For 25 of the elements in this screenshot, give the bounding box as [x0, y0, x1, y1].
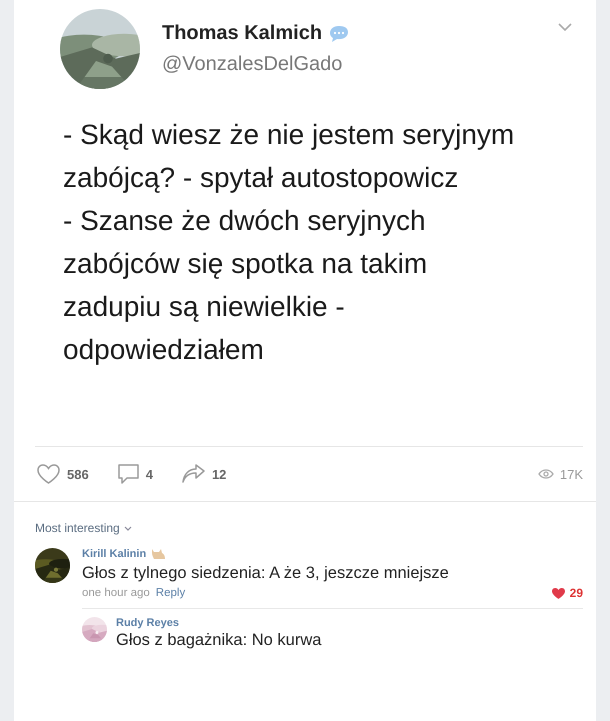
comment-text: Głos z tylnego siedzenia: A że 3, jeszcze mniejsze: [82, 564, 450, 583]
speech-bubble-icon: [328, 24, 350, 44]
cat-icon: [150, 548, 166, 560]
commenter-name[interactable]: Rudy Reyes: [116, 617, 179, 629]
chevron-down-icon[interactable]: [558, 23, 572, 32]
sort-dropdown[interactable]: Most interesting: [35, 521, 120, 535]
heart-icon[interactable]: [36, 463, 61, 485]
comment-like-count: 29: [570, 586, 583, 600]
post-text: - Szanse że dwóch seryjnych zabójców się spotka na takim zadupiu są niewielkie - odpowiedziałem: [63, 204, 428, 367]
comment-text: Głos z bagażnika: No kurwa: [116, 631, 322, 650]
eye-icon: [538, 469, 554, 479]
chevron-down-icon[interactable]: [124, 526, 132, 530]
reply-link[interactable]: Reply: [156, 587, 186, 599]
author-handle: @VonzalesDelGado: [162, 53, 344, 76]
heart-icon[interactable]: [552, 588, 565, 598]
comment-icon[interactable]: [116, 463, 140, 485]
like-count: 586: [67, 466, 89, 482]
author-name[interactable]: Thomas Kalmich: [162, 22, 322, 45]
comment-time: one hour ago: [82, 587, 150, 599]
view-count: 17K: [560, 466, 583, 482]
commenter-name[interactable]: Kirill Kalinin: [82, 548, 146, 560]
share-count: 12: [212, 466, 226, 482]
share-arrow-icon[interactable]: [180, 464, 206, 484]
comment-count: 4: [146, 466, 153, 482]
post-text: - Skąd wiesz że nie jestem seryjnym zabójcą? - spytał autostopowicz: [63, 118, 516, 195]
